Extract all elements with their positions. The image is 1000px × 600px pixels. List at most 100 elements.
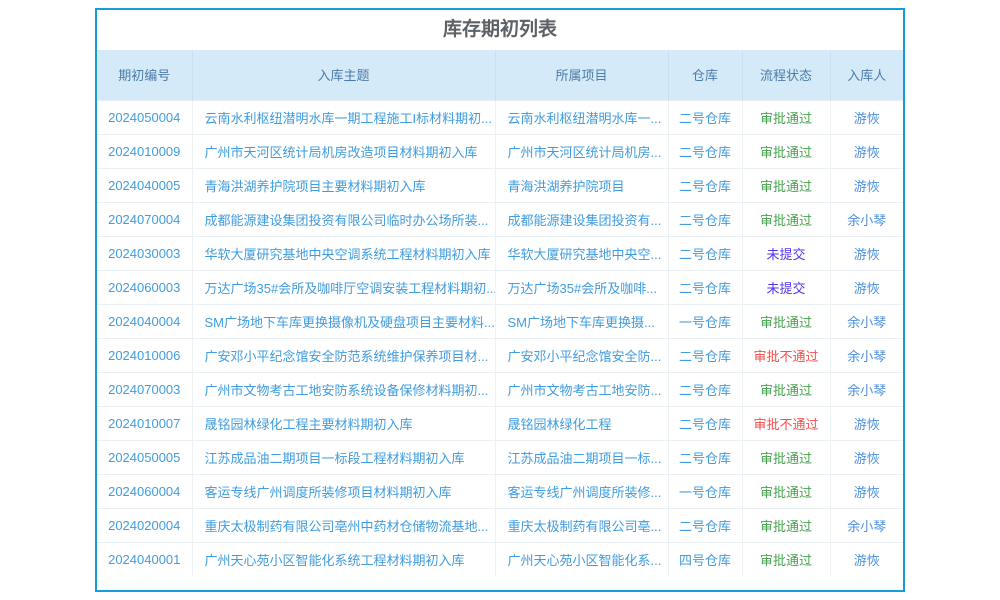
inbound-person-cell: 游恢 <box>830 474 903 508</box>
initial-no-link[interactable]: 2024020004 <box>97 508 192 542</box>
table-row[interactable]: 2024060004客运专线广州调度所装修项目材料期初入库客运专线广州调度所装修… <box>97 474 903 508</box>
warehouse-cell: 二号仓库 <box>668 406 742 440</box>
initial-no-link[interactable]: 2024040001 <box>97 542 192 576</box>
initial-no-link[interactable]: 2024070004 <box>97 202 192 236</box>
table-row[interactable]: 2024010009广州市天河区统计局机房改造项目材料期初入库广州市天河区统计局… <box>97 134 903 168</box>
table-row[interactable]: 2024040005青海洪湖养护院项目主要材料期初入库青海洪湖养护院项目二号仓库… <box>97 168 903 202</box>
table-row[interactable]: 2024050004云南水利枢纽潜明水库一期工程施工I标材料期初...云南水利枢… <box>97 100 903 134</box>
project-link[interactable]: SM广场地下车库更换摄... <box>495 304 668 338</box>
flow-status-cell: 未提交 <box>742 236 830 270</box>
inbound-subject-link[interactable]: 云南水利枢纽潜明水库一期工程施工I标材料期初... <box>192 100 495 134</box>
page-title: 库存期初列表 <box>97 10 903 50</box>
initial-no-link[interactable]: 2024040004 <box>97 304 192 338</box>
project-link[interactable]: 客运专线广州调度所装修... <box>495 474 668 508</box>
warehouse-cell: 二号仓库 <box>668 372 742 406</box>
warehouse-cell: 二号仓库 <box>668 338 742 372</box>
initial-no-link[interactable]: 2024050005 <box>97 440 192 474</box>
project-link[interactable]: 广州天心苑小区智能化系... <box>495 542 668 576</box>
inbound-person-cell: 余小琴 <box>830 338 903 372</box>
table-row[interactable]: 2024060003万达广场35#会所及咖啡厅空调安装工程材料期初...万达广场… <box>97 270 903 304</box>
project-link[interactable]: 江苏成品油二期项目一标... <box>495 440 668 474</box>
inbound-subject-link[interactable]: 广州天心苑小区智能化系统工程材料期初入库 <box>192 542 495 576</box>
initial-no-link[interactable]: 2024010006 <box>97 338 192 372</box>
warehouse-cell: 二号仓库 <box>668 440 742 474</box>
inbound-subject-link[interactable]: 重庆太极制药有限公司亳州中药材仓储物流基地... <box>192 508 495 542</box>
initial-no-link[interactable]: 2024050004 <box>97 100 192 134</box>
inbound-subject-link[interactable]: 广安邓小平纪念馆安全防范系统维护保养项目材... <box>192 338 495 372</box>
inbound-subject-link[interactable]: 万达广场35#会所及咖啡厅空调安装工程材料期初... <box>192 270 495 304</box>
project-link[interactable]: 广安邓小平纪念馆安全防... <box>495 338 668 372</box>
inbound-person-cell: 游恢 <box>830 100 903 134</box>
initial-no-link[interactable]: 2024060004 <box>97 474 192 508</box>
warehouse-cell: 二号仓库 <box>668 236 742 270</box>
inbound-subject-link[interactable]: 青海洪湖养护院项目主要材料期初入库 <box>192 168 495 202</box>
initial-no-link[interactable]: 2024010007 <box>97 406 192 440</box>
table-header: 期初编号 入库主题 所属项目 仓库 流程状态 入库人 <box>97 50 903 100</box>
flow-status-cell: 审批通过 <box>742 542 830 576</box>
table-row[interactable]: 2024070003广州市文物考古工地安防系统设备保修材料期初...广州市文物考… <box>97 372 903 406</box>
inventory-initial-table: 期初编号 入库主题 所属项目 仓库 流程状态 入库人 2024050004云南水… <box>97 50 903 576</box>
table-row[interactable]: 2024070004成都能源建设集团投资有限公司临时办公场所装...成都能源建设… <box>97 202 903 236</box>
col-header-inbound-person: 入库人 <box>830 50 903 100</box>
flow-status-cell: 审批通过 <box>742 134 830 168</box>
inbound-subject-link[interactable]: SM广场地下车库更换摄像机及硬盘项目主要材料... <box>192 304 495 338</box>
inbound-person-cell: 游恢 <box>830 406 903 440</box>
flow-status-cell: 审批不通过 <box>742 338 830 372</box>
table-row[interactable]: 2024040001广州天心苑小区智能化系统工程材料期初入库广州天心苑小区智能化… <box>97 542 903 576</box>
project-link[interactable]: 云南水利枢纽潜明水库一... <box>495 100 668 134</box>
inbound-subject-link[interactable]: 成都能源建设集团投资有限公司临时办公场所装... <box>192 202 495 236</box>
initial-no-link[interactable]: 2024030003 <box>97 236 192 270</box>
flow-status-cell: 未提交 <box>742 270 830 304</box>
project-link[interactable]: 成都能源建设集团投资有... <box>495 202 668 236</box>
flow-status-cell: 审批通过 <box>742 304 830 338</box>
inbound-person-cell: 余小琴 <box>830 372 903 406</box>
warehouse-cell: 二号仓库 <box>668 508 742 542</box>
flow-status-cell: 审批通过 <box>742 440 830 474</box>
col-header-flow-status: 流程状态 <box>742 50 830 100</box>
table-row[interactable]: 2024010006广安邓小平纪念馆安全防范系统维护保养项目材...广安邓小平纪… <box>97 338 903 372</box>
warehouse-cell: 一号仓库 <box>668 304 742 338</box>
warehouse-cell: 二号仓库 <box>668 100 742 134</box>
table-row[interactable]: 2024010007晟铭园林绿化工程主要材料期初入库晟铭园林绿化工程二号仓库审批… <box>97 406 903 440</box>
inbound-subject-link[interactable]: 客运专线广州调度所装修项目材料期初入库 <box>192 474 495 508</box>
table-row[interactable]: 2024040004SM广场地下车库更换摄像机及硬盘项目主要材料...SM广场地… <box>97 304 903 338</box>
warehouse-cell: 一号仓库 <box>668 474 742 508</box>
inbound-subject-link[interactable]: 广州市文物考古工地安防系统设备保修材料期初... <box>192 372 495 406</box>
flow-status-cell: 审批通过 <box>742 474 830 508</box>
flow-status-cell: 审批通过 <box>742 508 830 542</box>
flow-status-cell: 审批通过 <box>742 202 830 236</box>
initial-no-link[interactable]: 2024070003 <box>97 372 192 406</box>
project-link[interactable]: 广州市天河区统计局机房... <box>495 134 668 168</box>
table-row[interactable]: 2024050005江苏成品油二期项目一标段工程材料期初入库江苏成品油二期项目一… <box>97 440 903 474</box>
inbound-person-cell: 游恢 <box>830 236 903 270</box>
project-link[interactable]: 青海洪湖养护院项目 <box>495 168 668 202</box>
initial-no-link[interactable]: 2024040005 <box>97 168 192 202</box>
initial-no-link[interactable]: 2024010009 <box>97 134 192 168</box>
col-header-project: 所属项目 <box>495 50 668 100</box>
initial-no-link[interactable]: 2024060003 <box>97 270 192 304</box>
col-header-initial-no: 期初编号 <box>97 50 192 100</box>
project-link[interactable]: 万达广场35#会所及咖啡... <box>495 270 668 304</box>
table-row[interactable]: 2024020004重庆太极制药有限公司亳州中药材仓储物流基地...重庆太极制药… <box>97 508 903 542</box>
inbound-subject-link[interactable]: 广州市天河区统计局机房改造项目材料期初入库 <box>192 134 495 168</box>
project-link[interactable]: 晟铭园林绿化工程 <box>495 406 668 440</box>
warehouse-cell: 二号仓库 <box>668 270 742 304</box>
project-link[interactable]: 华软大厦研究基地中央空... <box>495 236 668 270</box>
table-row[interactable]: 2024030003华软大厦研究基地中央空调系统工程材料期初入库华软大厦研究基地… <box>97 236 903 270</box>
inbound-person-cell: 游恢 <box>830 134 903 168</box>
warehouse-cell: 二号仓库 <box>668 168 742 202</box>
flow-status-cell: 审批通过 <box>742 168 830 202</box>
inbound-subject-link[interactable]: 晟铭园林绿化工程主要材料期初入库 <box>192 406 495 440</box>
project-link[interactable]: 广州市文物考古工地安防... <box>495 372 668 406</box>
inbound-subject-link[interactable]: 华软大厦研究基地中央空调系统工程材料期初入库 <box>192 236 495 270</box>
inbound-subject-link[interactable]: 江苏成品油二期项目一标段工程材料期初入库 <box>192 440 495 474</box>
flow-status-cell: 审批不通过 <box>742 406 830 440</box>
inbound-person-cell: 游恢 <box>830 168 903 202</box>
inbound-person-cell: 游恢 <box>830 270 903 304</box>
inbound-person-cell: 余小琴 <box>830 508 903 542</box>
inventory-initial-list-card: 库存期初列表 期初编号 入库主题 所属项目 仓库 流程状态 入库人 202405… <box>95 8 905 592</box>
warehouse-cell: 二号仓库 <box>668 202 742 236</box>
table-header-row: 期初编号 入库主题 所属项目 仓库 流程状态 入库人 <box>97 50 903 100</box>
project-link[interactable]: 重庆太极制药有限公司亳... <box>495 508 668 542</box>
col-header-inbound-subject: 入库主题 <box>192 50 495 100</box>
